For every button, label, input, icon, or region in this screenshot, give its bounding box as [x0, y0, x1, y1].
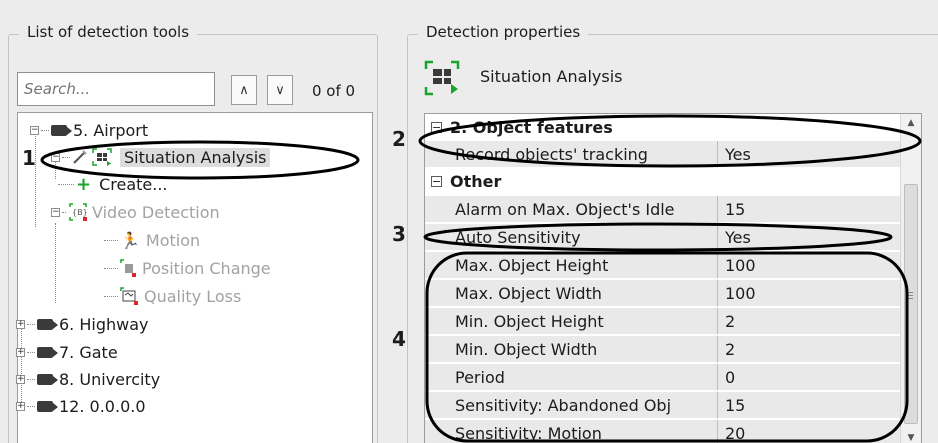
camera-icon: [37, 400, 58, 412]
property-value[interactable]: 15: [718, 196, 901, 223]
tree-item-label: 6. Highway: [59, 314, 149, 334]
property-value[interactable]: 0: [718, 364, 901, 391]
callout-number-3: 3: [392, 222, 406, 246]
tree-item-highway[interactable]: + 6. Highway: [16, 311, 148, 337]
property-row[interactable]: Max. Object Width 100: [425, 280, 901, 307]
callout-number-1: 1: [22, 146, 36, 170]
property-name: Min. Object Width: [425, 336, 718, 363]
property-name: Max. Object Height: [425, 252, 718, 279]
tree-item-label: Position Change: [142, 258, 271, 278]
plus-icon: +: [76, 173, 92, 195]
pencil-icon: [72, 149, 88, 165]
tree-item-univercity[interactable]: + 8. Univercity: [16, 366, 160, 392]
tree-item-label: Quality Loss: [144, 286, 242, 306]
property-name: Alarm on Max. Object's Idle: [425, 196, 718, 223]
property-row[interactable]: Period 0: [425, 364, 901, 391]
property-row[interactable]: Sensitivity: Motion 20: [425, 420, 901, 443]
property-value[interactable]: 100: [718, 280, 901, 307]
property-grid[interactable]: − 2. Object features Record objects' tra…: [424, 113, 922, 443]
position-change-icon: [120, 259, 136, 277]
chevron-down-icon: ∨: [275, 82, 285, 98]
tree-item-label: 7. Gate: [59, 342, 118, 362]
camera-icon: [37, 373, 58, 385]
selected-tool-name: Situation Analysis: [480, 67, 623, 86]
collapse-icon[interactable]: −: [51, 207, 60, 217]
section-other[interactable]: − Other: [425, 168, 901, 195]
property-name: Sensitivity: Motion: [425, 420, 718, 443]
tree-item-label: Situation Analysis: [120, 147, 271, 167]
collapse-icon[interactable]: −: [51, 152, 60, 162]
quality-loss-icon: [120, 287, 138, 305]
property-row[interactable]: Auto Sensitivity Yes: [425, 224, 901, 251]
section-header: Other: [450, 172, 502, 191]
tree-item-label: 5. Airport: [73, 120, 149, 140]
detection-tools-title: List of detection tools: [19, 23, 198, 41]
property-value[interactable]: Yes: [718, 141, 901, 168]
property-name: Period: [425, 364, 718, 391]
tree-item-label: Video Detection: [92, 202, 220, 222]
search-input[interactable]: [17, 72, 215, 106]
property-value[interactable]: 20: [718, 420, 901, 443]
tree-item-ip-camera[interactable]: + 12. 0.0.0.0: [16, 393, 146, 419]
callout-number-2: 2: [392, 127, 406, 151]
property-row[interactable]: Max. Object Height 100: [425, 252, 901, 279]
property-value[interactable]: 100: [718, 252, 901, 279]
section-object-features[interactable]: − 2. Object features: [425, 114, 901, 141]
camera-icon: [37, 318, 58, 330]
next-result-button[interactable]: ∨: [267, 75, 293, 105]
property-name: Max. Object Width: [425, 280, 718, 307]
property-row[interactable]: Min. Object Width 2: [425, 336, 901, 363]
camera-icon: [51, 124, 72, 136]
grip-icon: [907, 292, 913, 293]
property-name: Record objects' tracking: [425, 141, 718, 168]
detection-tree[interactable]: − 5. Airport − Situation Analysis + Crea…: [16, 112, 373, 443]
expand-icon[interactable]: +: [16, 347, 25, 357]
property-value[interactable]: 15: [718, 392, 901, 419]
expand-icon[interactable]: +: [16, 319, 25, 329]
property-row[interactable]: Min. Object Height 2: [425, 308, 901, 335]
tree-item-label: 8. Univercity: [59, 369, 161, 389]
previous-result-button[interactable]: ∧: [231, 75, 257, 105]
property-row[interactable]: Sensitivity: Abandoned Obj 15: [425, 392, 901, 419]
scroll-up-icon[interactable]: ▲: [901, 114, 921, 132]
tree-item-quality-loss[interactable]: Quality Loss: [104, 283, 241, 309]
property-name: Min. Object Height: [425, 308, 718, 335]
scrollbar-thumb[interactable]: [904, 184, 918, 424]
situation-analysis-icon: [424, 60, 460, 96]
section-header: 2. Object features: [450, 118, 613, 137]
tree-item-situation-analysis[interactable]: − Situation Analysis: [51, 144, 271, 170]
detection-properties-title: Detection properties: [418, 23, 589, 41]
property-value[interactable]: 2: [718, 336, 901, 363]
video-detection-icon: {B}: [68, 202, 88, 222]
scroll-down-icon[interactable]: ▼: [901, 429, 921, 443]
tree-item-label: 12. 0.0.0.0: [59, 396, 146, 416]
property-value[interactable]: 2: [718, 308, 901, 335]
collapse-icon[interactable]: −: [30, 125, 39, 135]
camera-icon: [37, 346, 58, 358]
search-counter: 0 of 0: [312, 82, 356, 100]
property-grid-scrollbar[interactable]: ▲ ▼: [900, 114, 921, 443]
expand-icon[interactable]: +: [16, 374, 25, 384]
callout-number-4: 4: [392, 327, 406, 351]
tree-item-create[interactable]: + Create...: [58, 171, 168, 197]
property-name: Sensitivity: Abandoned Obj: [425, 392, 718, 419]
collapse-icon[interactable]: −: [431, 122, 442, 133]
property-row[interactable]: Record objects' tracking Yes: [425, 141, 901, 168]
tree-item-position-change[interactable]: Position Change: [104, 255, 271, 281]
tree-item-motion[interactable]: 🏃 Motion: [104, 227, 200, 253]
tree-item-airport[interactable]: − 5. Airport: [30, 117, 148, 143]
tree-item-video-detection[interactable]: − {B} Video Detection: [51, 199, 220, 225]
tree-item-gate[interactable]: + 7. Gate: [16, 339, 118, 365]
property-row[interactable]: Alarm on Max. Object's Idle 15: [425, 196, 901, 223]
chevron-up-icon: ∧: [239, 82, 249, 98]
tree-item-label: Motion: [145, 230, 201, 250]
svg-text:{B}: {B}: [72, 208, 88, 217]
property-value[interactable]: Yes: [718, 224, 901, 251]
situation-analysis-icon: [92, 148, 112, 166]
property-name: Auto Sensitivity: [425, 224, 718, 251]
collapse-icon[interactable]: −: [431, 176, 442, 187]
expand-icon[interactable]: +: [16, 401, 25, 411]
running-person-icon: 🏃: [120, 230, 140, 250]
tree-item-label: Create...: [99, 174, 168, 194]
